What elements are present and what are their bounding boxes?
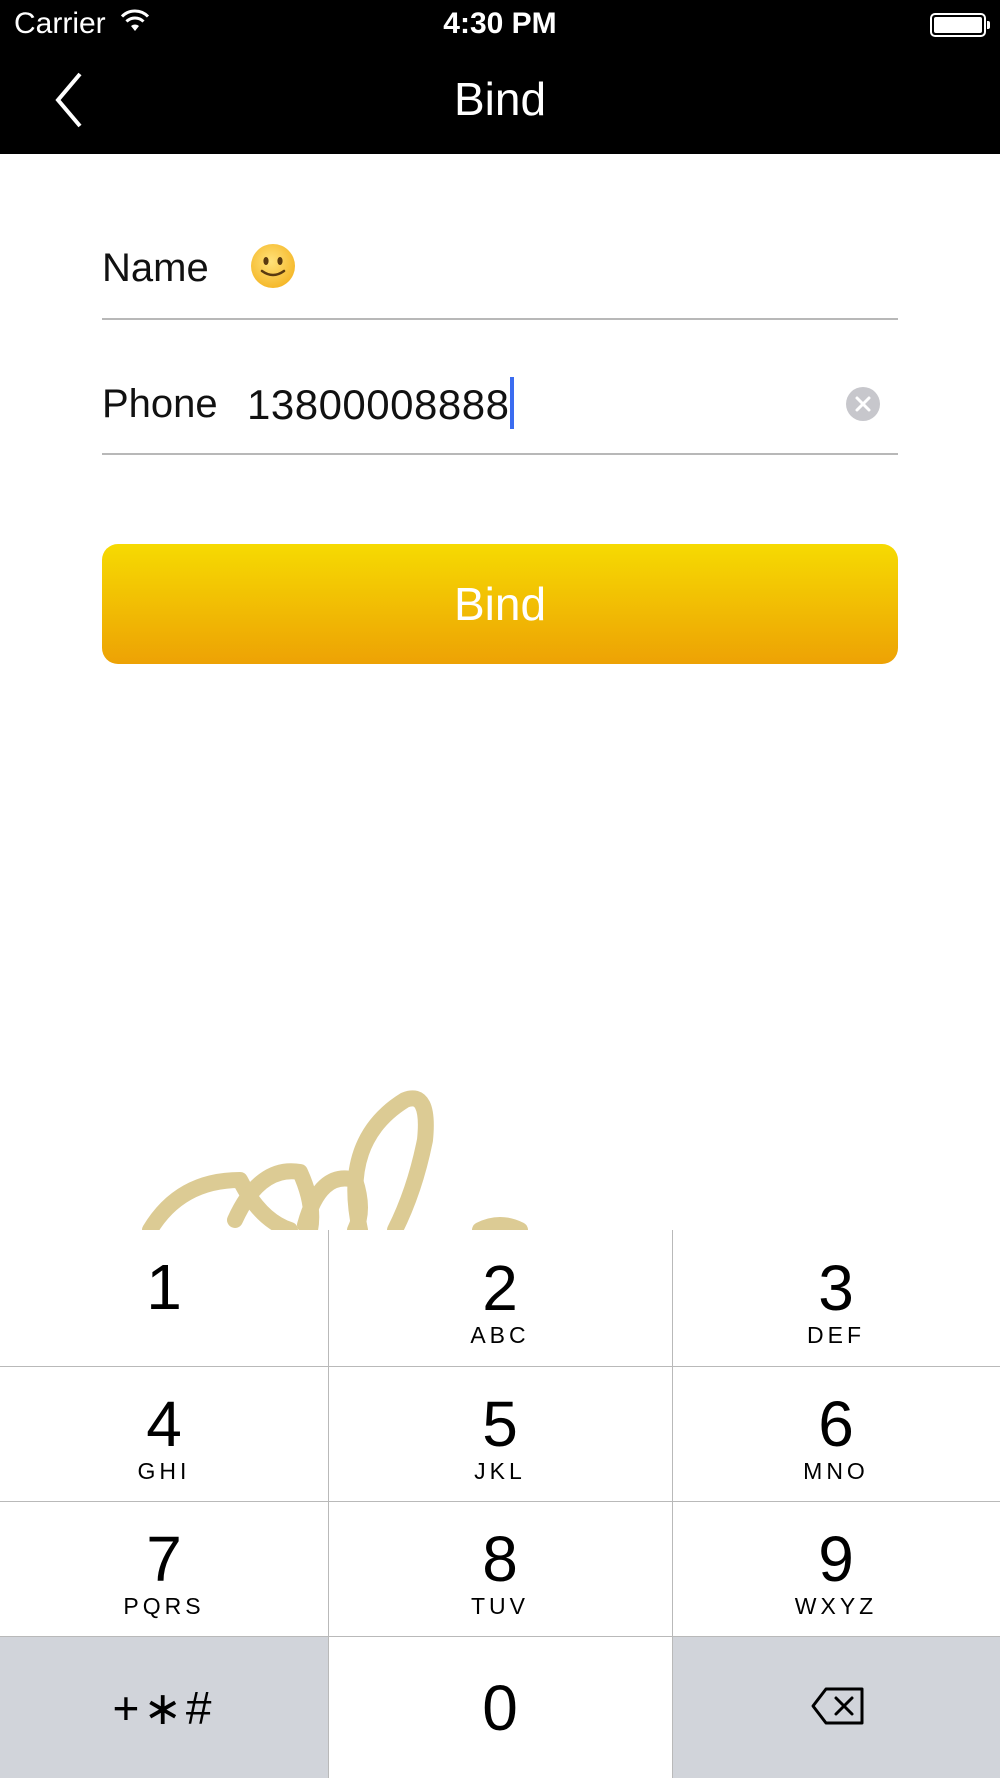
key-letters: WXYZ <box>794 1593 878 1619</box>
key-letters: MNO <box>803 1458 869 1484</box>
keypad-divider <box>0 1636 1000 1637</box>
key-digit: 5 <box>482 1388 518 1460</box>
name-input[interactable] <box>250 243 296 294</box>
key-digit: 1 <box>146 1251 182 1323</box>
key-letters: ABC <box>470 1322 530 1348</box>
navigation-bar: Bind <box>0 50 1000 154</box>
battery-icon <box>930 13 990 37</box>
key-digit: 4 <box>146 1388 182 1460</box>
key-digit: 0 <box>482 1672 518 1744</box>
key-digit: 7 <box>146 1523 182 1595</box>
key-5[interactable]: 5 JKL <box>328 1366 672 1501</box>
keypad-divider <box>0 1501 1000 1502</box>
page-title: Bind <box>453 73 547 125</box>
key-3[interactable]: 3 DEF <box>672 1230 1000 1366</box>
phone-label: Phone <box>102 382 218 426</box>
name-field-row: Name <box>102 200 898 320</box>
key-0[interactable]: 0 <box>328 1636 672 1778</box>
key-digit: 2 <box>482 1252 518 1324</box>
keypad-divider <box>0 1366 1000 1367</box>
key-7[interactable]: 7 PQRS <box>0 1501 328 1636</box>
bind-screen: Carrier 4:30 PM Bind Name Phone 13800008… <box>0 0 1000 1778</box>
key-digit: 9 <box>818 1523 854 1595</box>
status-time: 4:30 PM <box>443 7 557 40</box>
phone-input[interactable]: 13800008888 <box>247 377 515 429</box>
key-letters: GHI <box>137 1458 191 1484</box>
text-caret <box>510 377 515 429</box>
smiley-icon <box>251 244 295 288</box>
key-letters: DEF <box>807 1322 865 1348</box>
numeric-keypad: 1 2 ABC 3 DEF 4 GHI 5 JKL 6 MNO 7 PQRS 8 <box>0 1230 1000 1778</box>
phone-field-row: Phone 13800008888 <box>102 335 898 455</box>
key-digit: 8 <box>482 1523 518 1595</box>
key-2[interactable]: 2 ABC <box>328 1230 672 1366</box>
delete-key[interactable] <box>672 1636 1000 1778</box>
key-4[interactable]: 4 GHI <box>0 1366 328 1501</box>
phone-input-value: 13800008888 <box>247 381 510 428</box>
key-6[interactable]: 6 MNO <box>672 1366 1000 1501</box>
flower-watermark <box>140 1080 540 1245</box>
key-digit: 6 <box>818 1388 854 1460</box>
close-icon <box>855 396 871 412</box>
key-letters: TUV <box>471 1593 529 1619</box>
bind-button[interactable]: Bind <box>102 544 898 664</box>
keypad-divider <box>328 1230 329 1778</box>
key-symbols[interactable]: +∗# <box>0 1636 328 1778</box>
name-label: Name <box>102 246 209 290</box>
key-letters: JKL <box>474 1458 526 1484</box>
keypad-divider <box>672 1230 673 1778</box>
clear-text-button[interactable] <box>846 387 880 421</box>
key-letters: PQRS <box>123 1593 205 1619</box>
key-digit: 3 <box>818 1252 854 1324</box>
key-digit: +∗# <box>112 1682 216 1734</box>
key-9[interactable]: 9 WXYZ <box>672 1501 1000 1636</box>
key-8[interactable]: 8 TUV <box>328 1501 672 1636</box>
status-bar: Carrier 4:30 PM <box>0 0 1000 50</box>
key-1[interactable]: 1 <box>0 1230 328 1366</box>
backspace-icon <box>811 1687 864 1725</box>
